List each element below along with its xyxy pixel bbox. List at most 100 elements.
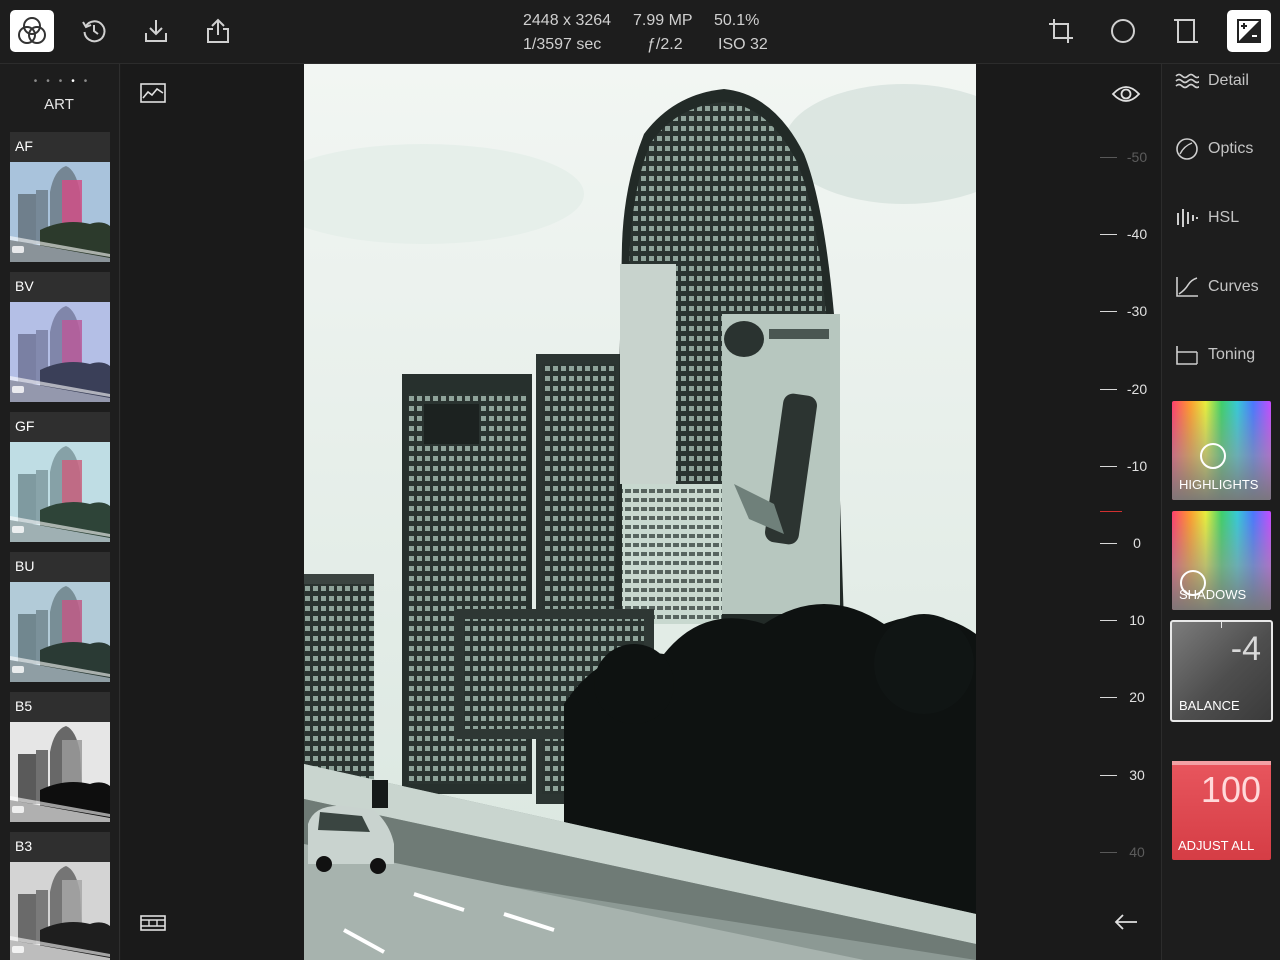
ruler-tick (1100, 775, 1117, 776)
ruler-current-marker (1100, 511, 1122, 512)
ruler-label: -20 (1126, 381, 1148, 397)
filter-thumbnail (10, 302, 110, 402)
frame-icon (1172, 17, 1200, 45)
highlights-picker-handle[interactable] (1200, 443, 1226, 469)
tool-curves[interactable]: Curves (1174, 273, 1259, 301)
tool-column (121, 64, 304, 960)
adjust-all-control[interactable]: 100 ADJUST ALL (1172, 761, 1271, 860)
share-icon (204, 17, 232, 45)
highlights-color-picker[interactable]: HIGHLIGHTS (1172, 401, 1271, 500)
ruler-label: 10 (1129, 612, 1145, 628)
back-arrow-icon (1113, 913, 1139, 936)
ruler-label: -30 (1126, 303, 1148, 319)
main-photo-canvas[interactable] (304, 64, 976, 960)
filter-name: B5 (15, 698, 33, 714)
filter-name: AF (15, 138, 33, 154)
history-button[interactable] (72, 10, 116, 52)
preview-toggle-button[interactable] (1110, 82, 1142, 110)
filmstrip-icon (140, 914, 166, 936)
filter-item-b3[interactable]: B3 (10, 832, 110, 960)
save-button[interactable] (134, 10, 178, 52)
adjustment-ruler[interactable]: -50 -40 -30 -20 -10 0 10 20 30 40 (976, 64, 1161, 960)
crop-icon (1047, 17, 1075, 45)
filters-icon (17, 16, 47, 46)
back-button[interactable] (1112, 912, 1140, 936)
tool-hsl-label: HSL (1208, 209, 1240, 226)
adjustments-panel: Detail Optics HSL Curves Toning HIGHLIGH… (1161, 64, 1280, 960)
tool-detail-label: Detail (1208, 72, 1249, 89)
ruler-tick (1100, 620, 1117, 621)
filter-thumbnail (10, 442, 110, 542)
aperture: ƒ/2.2 (647, 36, 683, 53)
filter-name: B3 (15, 838, 33, 854)
tool-toning[interactable]: Toning (1174, 341, 1255, 369)
filter-thumbnail (10, 162, 110, 262)
filter-thumbnail (10, 582, 110, 682)
filter-item-bv[interactable]: BV (10, 272, 110, 402)
filter-category-label[interactable]: ART (0, 96, 118, 113)
filter-item-bu[interactable]: BU (10, 552, 110, 682)
filters-button[interactable] (10, 10, 54, 52)
balance-label: BALANCE (1179, 698, 1240, 713)
adjust-all-label: ADJUST ALL (1178, 838, 1255, 853)
ruler-label: 30 (1129, 767, 1145, 783)
ruler-tick (1100, 311, 1117, 312)
crop-button[interactable] (1039, 10, 1083, 52)
histogram-button[interactable] (139, 82, 167, 108)
balance-value: -4 (1230, 630, 1261, 668)
ruler-tick (1100, 697, 1117, 698)
optics-icon (1174, 136, 1200, 162)
zoom-level: 50.1% (714, 12, 760, 29)
filmstrip-button[interactable] (139, 914, 167, 936)
ruler-tick (1100, 234, 1117, 235)
hsl-icon (1174, 205, 1200, 231)
shadows-label: SHADOWS (1179, 587, 1247, 602)
image-info-left: 2448 x 3264 1/3597 sec (523, 9, 611, 57)
balance-control[interactable]: -4 BALANCE (1170, 620, 1273, 722)
eye-icon (1111, 84, 1141, 109)
filter-item-gf[interactable]: GF (10, 412, 110, 542)
history-icon (80, 17, 108, 45)
filter-thumbnail (10, 722, 110, 822)
share-button[interactable] (196, 10, 240, 52)
ruler-label: 20 (1129, 689, 1145, 705)
tool-toning-label: Toning (1208, 346, 1256, 363)
filter-strip: ••••• ART AF BV GF BU B5 B3 (0, 64, 120, 960)
vignette-icon (1109, 17, 1137, 45)
filter-name: GF (15, 418, 35, 434)
filter-name: BU (15, 558, 35, 574)
histogram-icon (140, 82, 166, 108)
category-page-dots[interactable]: ••••• (0, 76, 120, 87)
tool-hsl[interactable]: HSL (1174, 204, 1239, 232)
frame-button[interactable] (1164, 10, 1208, 52)
detail-icon (1174, 68, 1200, 94)
top-toolbar: 2448 x 3264 1/3597 sec 7.99 MP ƒ/2.2 50.… (0, 0, 1280, 64)
shadows-color-picker[interactable]: SHADOWS (1172, 511, 1271, 610)
ruler-label: -40 (1126, 226, 1148, 242)
tool-detail[interactable]: Detail (1174, 67, 1249, 95)
curves-icon (1174, 274, 1200, 300)
tool-optics-label: Optics (1208, 140, 1254, 157)
vignette-button[interactable] (1101, 10, 1145, 52)
shutter-speed: 1/3597 sec (523, 36, 602, 53)
compare-button[interactable] (1227, 10, 1271, 52)
compare-icon (1235, 17, 1263, 45)
ruler-label: -50 (1126, 149, 1148, 165)
ruler-tick (1100, 466, 1117, 467)
highlights-label: HIGHLIGHTS (1179, 477, 1259, 492)
filter-item-af[interactable]: AF (10, 132, 110, 262)
filter-item-b5[interactable]: B5 (10, 692, 110, 822)
ruler-tick (1100, 543, 1117, 544)
filter-thumbnail (10, 862, 110, 960)
ruler-tick (1100, 157, 1117, 158)
filter-name: BV (15, 278, 34, 294)
megapixels: 7.99 MP (633, 12, 693, 29)
ruler-label: -10 (1126, 458, 1148, 474)
toning-icon (1174, 342, 1200, 368)
city-photo (304, 64, 976, 960)
image-resolution: 2448 x 3264 (523, 12, 612, 29)
ruler-label: 40 (1129, 844, 1145, 860)
image-info-mid: 7.99 MP ƒ/2.2 (633, 9, 693, 57)
ruler-tick (1100, 852, 1117, 853)
tool-optics[interactable]: Optics (1174, 135, 1253, 163)
